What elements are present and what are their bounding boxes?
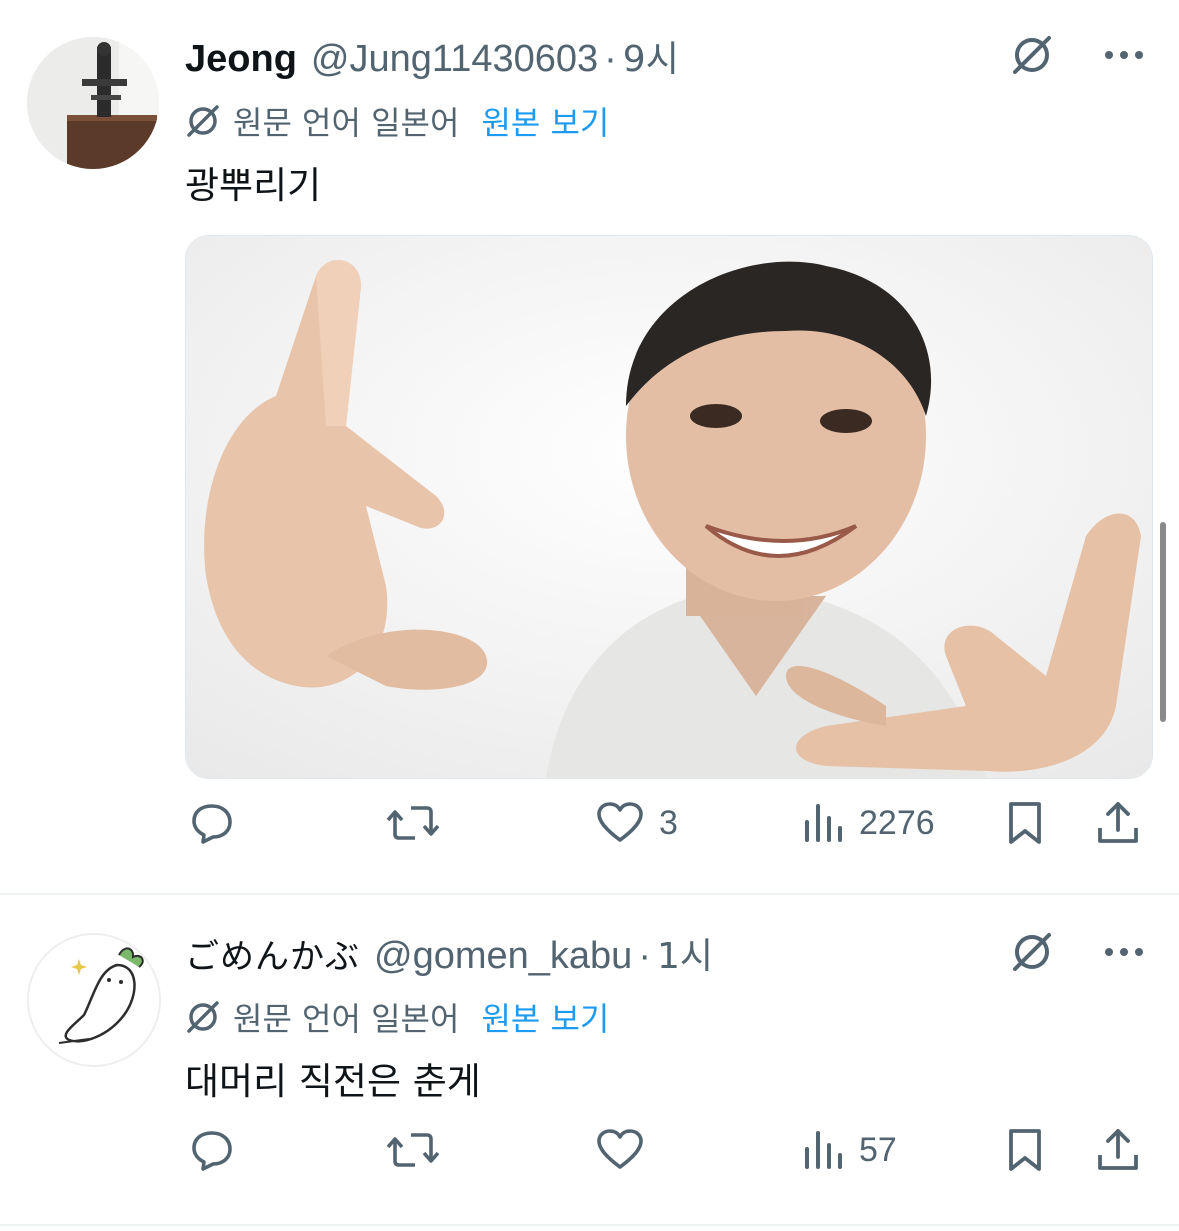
retweet-button[interactable] bbox=[385, 1127, 455, 1173]
tweet-photo[interactable] bbox=[185, 235, 1153, 779]
tweet-header: ごめんかぶ @gomen_kabu · 1시 bbox=[185, 927, 713, 977]
translation-note: 원문 언어 일본어 원본 보기 bbox=[185, 98, 609, 144]
reply-button[interactable] bbox=[189, 800, 249, 846]
tweet-header: Jeong @Jung11430603 · 9시 bbox=[185, 30, 679, 80]
retweet-button[interactable] bbox=[385, 800, 455, 846]
share-button[interactable] bbox=[1095, 1127, 1141, 1173]
translation-note: 원문 언어 일본어 원본 보기 bbox=[185, 994, 609, 1040]
views-button[interactable]: 57 bbox=[801, 1127, 897, 1173]
retweet-icon bbox=[385, 800, 441, 846]
like-count: 3 bbox=[659, 803, 678, 842]
translate-slash-icon[interactable] bbox=[1009, 929, 1055, 975]
user-handle[interactable]: @gomen_kabu bbox=[374, 935, 632, 978]
avatar[interactable] bbox=[27, 933, 161, 1067]
bookmark-icon bbox=[1003, 800, 1047, 846]
views-button[interactable]: 2276 bbox=[801, 800, 935, 846]
more-icon[interactable] bbox=[1103, 49, 1145, 61]
user-handle[interactable]: @Jung11430603 bbox=[311, 38, 598, 81]
tweet-text: 광뿌리기 bbox=[185, 164, 322, 207]
original-language-label: 원문 언어 일본어 bbox=[233, 1000, 460, 1038]
separator: · bbox=[604, 38, 617, 80]
views-count: 57 bbox=[859, 1130, 897, 1169]
scrollbar[interactable] bbox=[1160, 522, 1166, 722]
reply-button[interactable] bbox=[189, 1127, 249, 1173]
display-name[interactable]: Jeong bbox=[185, 38, 297, 81]
translate-slash-icon bbox=[185, 999, 233, 1035]
heart-icon bbox=[595, 1127, 645, 1173]
tweet-top-icons bbox=[1009, 32, 1145, 78]
views-count: 2276 bbox=[859, 803, 935, 842]
reply-icon bbox=[189, 800, 235, 846]
views-icon bbox=[801, 1127, 845, 1173]
translate-slash-icon bbox=[185, 103, 233, 139]
more-icon[interactable] bbox=[1103, 946, 1145, 958]
separator: · bbox=[638, 935, 651, 977]
view-original-link[interactable]: 원본 보기 bbox=[481, 994, 609, 1040]
share-button[interactable] bbox=[1095, 800, 1141, 846]
tweet-divider bbox=[0, 1224, 1179, 1226]
reply-icon bbox=[189, 1127, 235, 1173]
tweet-text: 대머리 직전은 춘게 bbox=[185, 1060, 481, 1103]
views-icon bbox=[801, 800, 845, 846]
bookmark-button[interactable] bbox=[1003, 1127, 1047, 1173]
tweet-2[interactable]: ごめんかぶ @gomen_kabu · 1시 원문 언어 일본어 원본 보기 대… bbox=[0, 895, 1179, 1231]
share-icon bbox=[1095, 1127, 1141, 1173]
share-icon bbox=[1095, 800, 1141, 846]
like-button[interactable] bbox=[595, 1127, 659, 1173]
heart-icon bbox=[595, 800, 645, 846]
tweet-actions: 3 2276 bbox=[185, 800, 1145, 860]
bookmark-icon bbox=[1003, 1127, 1047, 1173]
translate-slash-icon[interactable] bbox=[1009, 32, 1055, 78]
like-button[interactable]: 3 bbox=[595, 800, 678, 846]
retweet-icon bbox=[385, 1127, 441, 1173]
bookmark-button[interactable] bbox=[1003, 800, 1047, 846]
tweet-top-icons bbox=[1009, 929, 1145, 975]
timestamp[interactable]: 9시 bbox=[623, 30, 679, 82]
avatar[interactable] bbox=[27, 37, 159, 169]
original-language-label: 원문 언어 일본어 bbox=[233, 104, 460, 142]
view-original-link[interactable]: 원본 보기 bbox=[481, 98, 609, 144]
display-name[interactable]: ごめんかぶ bbox=[185, 929, 360, 978]
tweet-actions: 57 bbox=[185, 1127, 1145, 1187]
timestamp[interactable]: 1시 bbox=[657, 927, 713, 979]
tweet-1[interactable]: Jeong @Jung11430603 · 9시 원문 언어 일본어 원본 보기… bbox=[0, 0, 1179, 893]
